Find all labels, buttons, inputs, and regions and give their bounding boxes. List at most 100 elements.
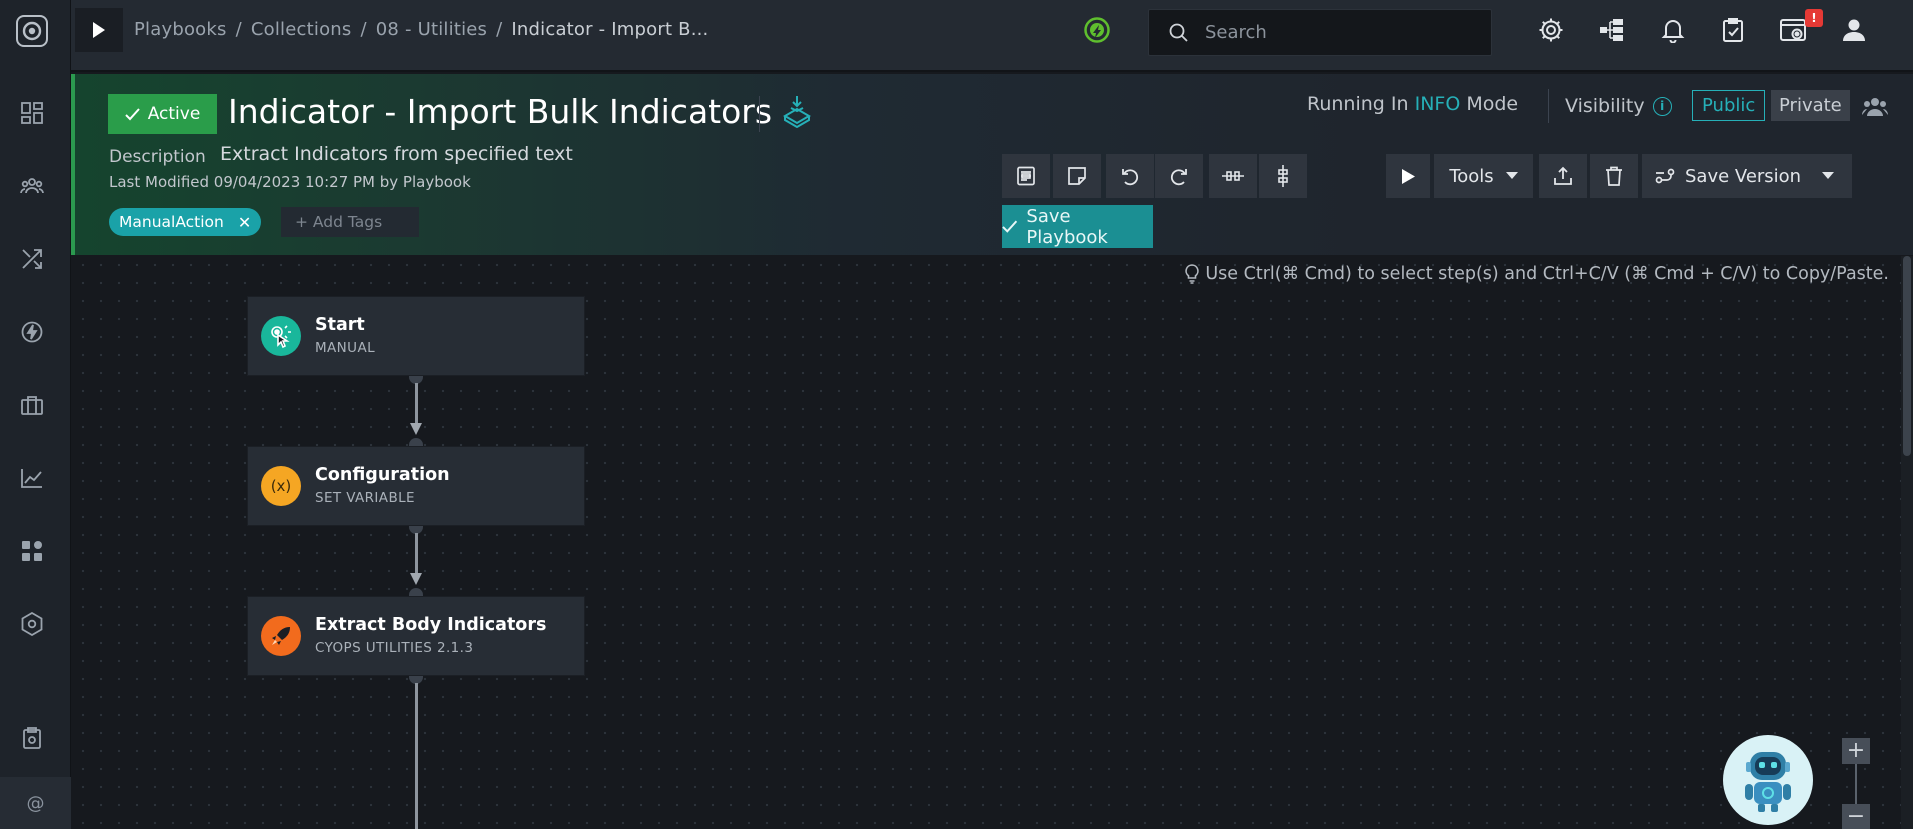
expand-sidebar-button[interactable] bbox=[75, 8, 123, 52]
step-title: Start bbox=[315, 315, 365, 335]
apps-icon[interactable] bbox=[19, 538, 45, 564]
step-node-configuration[interactable]: (x) Configuration SET VARIABLE bbox=[247, 446, 585, 526]
app-logo-icon[interactable] bbox=[14, 13, 50, 49]
align-horizontal-button[interactable] bbox=[1209, 154, 1257, 198]
notifications-bell-icon[interactable] bbox=[1658, 15, 1688, 45]
step-connection-line bbox=[415, 683, 418, 829]
visibility-divider bbox=[1548, 89, 1549, 123]
add-note-button[interactable] bbox=[1053, 154, 1101, 198]
canvas-scrollbar[interactable] bbox=[1901, 256, 1913, 829]
scrollbar-thumb[interactable] bbox=[1903, 256, 1911, 456]
export-upload-icon bbox=[1554, 166, 1572, 185]
visibility-private-button[interactable]: Private bbox=[1771, 90, 1850, 121]
dashboard-icon[interactable] bbox=[19, 100, 45, 126]
chevron-down-icon bbox=[1505, 172, 1518, 179]
add-tags-input[interactable]: + Add Tags bbox=[281, 207, 419, 237]
tag-label: ManualAction bbox=[119, 213, 224, 231]
chevron-down-icon bbox=[1822, 172, 1834, 179]
input-connector[interactable] bbox=[409, 588, 423, 596]
clipboard-icon[interactable] bbox=[19, 725, 45, 751]
settings-gear-icon[interactable] bbox=[1536, 15, 1566, 45]
breadcrumb: Playbooks / Collections/08 - Utilities / Ind… bbox=[134, 19, 709, 40]
step-type: CYOPS UTILITIES 2.1.3 bbox=[315, 640, 474, 656]
briefcase-icon[interactable] bbox=[19, 392, 45, 418]
breadcrumb-utilities[interactable]: 08 - Utilities bbox=[376, 19, 487, 40]
analytics-icon[interactable] bbox=[19, 465, 45, 491]
save-playbook-button[interactable]: Save Playbook bbox=[1002, 205, 1153, 248]
manual-trigger-icon bbox=[261, 316, 301, 356]
sticky-note-icon bbox=[1068, 167, 1086, 185]
tag-manualaction: ManualAction ✕ bbox=[109, 208, 262, 236]
align-vertical-icon bbox=[1278, 165, 1288, 187]
zoom-in-button[interactable]: + bbox=[1842, 738, 1870, 764]
zoom-slider[interactable] bbox=[1855, 764, 1857, 804]
connection-arrow-icon bbox=[410, 423, 422, 435]
check-icon bbox=[1002, 220, 1018, 233]
hexagon-icon[interactable] bbox=[19, 611, 45, 637]
step-title: Extract Body Indicators bbox=[315, 615, 547, 635]
step-type: MANUAL bbox=[315, 340, 376, 356]
playbook-header: Active Indicator - Import Bulk Indicator… bbox=[71, 74, 1913, 255]
run-playbook-button[interactable] bbox=[1386, 154, 1430, 198]
trash-icon bbox=[1606, 166, 1622, 186]
lightbulb-icon bbox=[1185, 264, 1200, 284]
zoom-controls: + − bbox=[1842, 738, 1870, 829]
step-node-start[interactable]: Start MANUAL bbox=[247, 296, 585, 376]
set-variable-icon: (x) bbox=[261, 466, 301, 506]
connector-rocket-icon bbox=[261, 616, 301, 656]
alert-badge: ! bbox=[1805, 9, 1823, 27]
undo-button[interactable] bbox=[1106, 154, 1154, 198]
step-connection-line bbox=[415, 383, 418, 425]
playbook-title[interactable]: Indicator - Import Bulk Indicators bbox=[228, 92, 772, 131]
input-connector[interactable] bbox=[409, 438, 423, 446]
zoom-out-button[interactable]: − bbox=[1842, 804, 1870, 829]
last-modified-text: Last Modified 09/04/2023 10:27 PM by Pla… bbox=[109, 173, 471, 191]
playbook-summary-button[interactable] bbox=[1002, 154, 1050, 198]
visibility-label: Visibility i bbox=[1565, 95, 1672, 117]
export-button[interactable] bbox=[1539, 154, 1587, 198]
search-input[interactable] bbox=[1205, 10, 1475, 55]
system-alerts-icon[interactable]: ! bbox=[1779, 9, 1823, 45]
breadcrumb-collections[interactable]: Collections bbox=[251, 19, 352, 40]
save-version-button[interactable]: Save Version bbox=[1642, 154, 1852, 198]
sidebar: @ bbox=[0, 0, 71, 829]
breadcrumb-current: Indicator - Import B... bbox=[511, 19, 709, 40]
redo-icon bbox=[1170, 169, 1187, 186]
version-icon bbox=[1655, 168, 1675, 184]
tasks-clipboard-icon[interactable] bbox=[1718, 15, 1748, 45]
description-label: Description bbox=[109, 147, 206, 167]
running-mode-value[interactable]: INFO bbox=[1415, 93, 1461, 115]
playbook-canvas[interactable]: Use Ctrl(⌘ Cmd) to select step(s) and Ct… bbox=[74, 256, 1913, 829]
align-vertical-button[interactable] bbox=[1259, 154, 1307, 198]
redo-button[interactable] bbox=[1155, 154, 1203, 198]
step-node-extract-body-indicators[interactable]: Extract Body Indicators CYOPS UTILITIES … bbox=[247, 596, 585, 676]
hierarchy-icon[interactable] bbox=[1597, 15, 1627, 45]
team-visibility-icon[interactable] bbox=[1862, 96, 1888, 122]
team-icon[interactable] bbox=[19, 173, 45, 199]
remove-tag-close-icon[interactable]: ✕ bbox=[238, 213, 251, 232]
title-divider bbox=[759, 96, 760, 132]
user-profile-icon[interactable] bbox=[1839, 15, 1869, 45]
tools-dropdown[interactable]: Tools bbox=[1434, 154, 1533, 198]
assistant-bot-icon[interactable] bbox=[1723, 735, 1813, 825]
copy-paste-hint: Use Ctrl(⌘ Cmd) to select step(s) and Ct… bbox=[1185, 264, 1889, 284]
description-text[interactable]: Extract Indicators from specified text bbox=[220, 143, 573, 165]
step-title: Configuration bbox=[315, 465, 450, 485]
check-icon bbox=[124, 107, 140, 120]
play-icon bbox=[1401, 168, 1415, 184]
search-box[interactable] bbox=[1148, 9, 1492, 56]
breadcrumb-playbooks[interactable]: Playbooks bbox=[134, 19, 227, 40]
active-status-badge[interactable]: Active bbox=[108, 94, 217, 134]
step-type: SET VARIABLE bbox=[315, 490, 415, 506]
lightning-icon[interactable] bbox=[19, 319, 45, 345]
playbook-import-icon[interactable] bbox=[780, 94, 814, 132]
search-icon bbox=[1169, 23, 1188, 46]
system-status-icon[interactable] bbox=[1083, 16, 1111, 44]
info-icon[interactable]: i bbox=[1652, 96, 1672, 116]
sidebar-bottom-item[interactable]: @ bbox=[0, 777, 71, 829]
workflow-icon[interactable] bbox=[19, 246, 45, 272]
visibility-public-button[interactable]: Public bbox=[1692, 90, 1766, 121]
top-bar: Playbooks / Collections/08 - Utilities / Ind… bbox=[71, 0, 1913, 72]
at-icon: @ bbox=[26, 792, 45, 814]
delete-button[interactable] bbox=[1590, 154, 1638, 198]
